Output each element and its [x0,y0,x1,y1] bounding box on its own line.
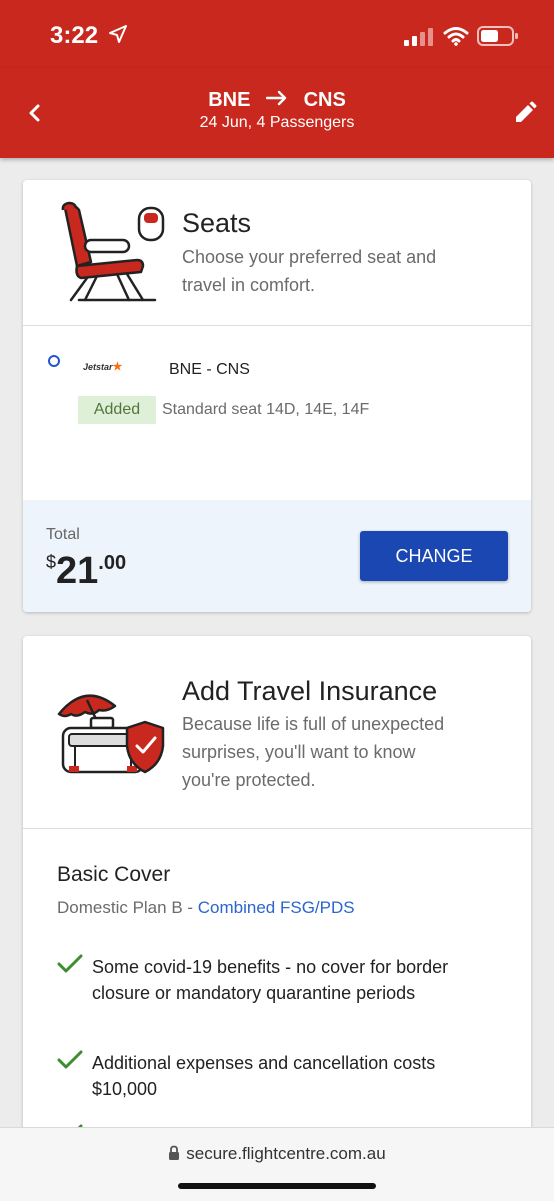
total-section: Total $21.00 CHANGE [23,500,531,612]
airline-logo-text: Jetstar [83,362,113,372]
edit-search-button[interactable] [510,98,540,128]
insurance-card: Add Travel Insurance Because life is ful… [23,636,531,1156]
currency-symbol: $ [46,552,57,572]
seats-description: Choose your preferred seat and travel in… [182,243,436,299]
wifi-icon [443,26,469,51]
lock-icon [169,1145,180,1160]
cover-plan: Domestic Plan B - Combined FSG/PDS [57,898,355,918]
check-icon [57,954,83,973]
insurance-description-line: you're protected. [182,770,316,790]
check-icon [57,1050,83,1069]
origin-code: BNE [208,89,251,111]
flight-route: BNE CNS [0,89,554,112]
divider [23,828,531,829]
arrow-right-icon [265,89,288,112]
pencil-icon [516,101,537,122]
status-time: 3:22 [50,22,99,49]
seats-title: Seats [182,208,252,238]
flight-segment-radio[interactable] [48,355,60,367]
url-text: secure.flightcentre.com.au [186,1144,386,1163]
jetstar-logo: Jetstar★ [83,360,122,373]
benefit-text: Some covid-19 benefits - no cover for bo… [92,957,449,1003]
amount-cents: .00 [98,552,127,574]
seat-illustration [57,200,167,309]
location-arrow-icon [108,24,128,49]
insurance-illustration [55,684,171,785]
segment-route: BNE - CNS [169,361,250,378]
destination-code: CNS [303,89,346,111]
app-header: BNE CNS 24 Jun, 4 Passengers [0,68,554,158]
battery-icon [477,26,519,51]
trip-subtitle: 24 Jun, 4 Passengers [199,114,355,131]
added-badge: Added [78,396,156,424]
seats-card: Seats Choose your preferred seat and tra… [23,180,531,612]
benefit-item: Additional expenses and cancellation cos… [57,1050,497,1104]
browser-bottom-bar: secure.flightcentre.com.au [0,1127,554,1201]
status-bar: 3:22 [0,0,554,68]
plan-text: Domestic Plan B - [57,898,198,917]
amount-dollars: 21 [56,550,99,592]
seats-description-line: Choose your preferred seat and [182,247,437,267]
seats-description-line: travel in comfort. [182,275,316,295]
benefit-text: Additional expenses and cancellation cos… [92,1053,436,1099]
cover-title: Basic Cover [57,863,171,886]
star-icon: ★ [112,361,123,373]
fsg-pds-link[interactable]: Combined FSG/PDS [198,898,355,917]
insurance-title: Add Travel Insurance [182,676,438,706]
divider [23,325,531,326]
insurance-description-line: Because life is full of unexpected [182,714,445,734]
insurance-description: Because life is full of unexpected surpr… [182,710,444,794]
change-seats-button[interactable]: CHANGE [360,531,508,581]
insurance-description-line: surprises, you'll want to know [182,742,416,762]
total-label: Total [46,526,80,543]
benefit-item: Some covid-19 benefits - no cover for bo… [57,954,497,1034]
url-bar[interactable]: secure.flightcentre.com.au [0,1144,554,1164]
total-amount: $21.00 [46,550,126,593]
cellular-signal-icon [404,28,434,51]
home-indicator [178,1183,376,1189]
seat-selection-text: Standard seat 14D, 14E, 14F [162,401,370,418]
